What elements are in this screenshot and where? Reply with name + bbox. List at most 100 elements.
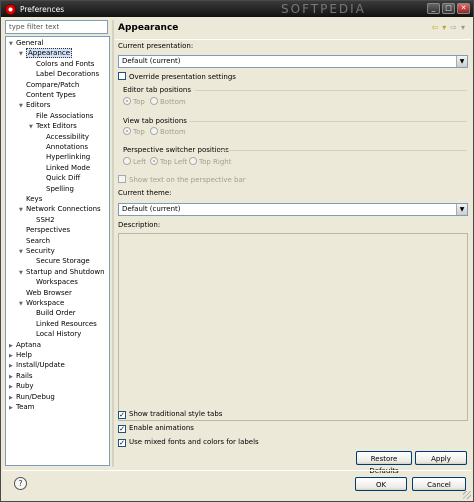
tree-item[interactable]: Linked Mode	[39, 163, 90, 173]
tree-item[interactable]: ▶ Team	[9, 402, 35, 412]
switcher-left-option[interactable]: Left	[123, 157, 146, 166]
tree-item[interactable]: Local History	[29, 329, 81, 339]
tree-item[interactable]: Annotations	[39, 142, 88, 152]
tree-item[interactable]: Compare/Patch	[19, 80, 79, 90]
enable-animations-option[interactable]: ✓ Enable animations	[118, 424, 194, 433]
tree-item[interactable]: Accessibility	[39, 132, 89, 142]
switcher-top-left-option[interactable]: Top Left	[150, 157, 187, 166]
ok-button[interactable]: OK	[355, 477, 407, 491]
mixed-fonts-checkbox[interactable]: ✓	[118, 439, 126, 447]
tree-item[interactable]: Label Decorations	[29, 69, 99, 79]
restore-defaults-button[interactable]: Restore Defaults	[356, 451, 412, 475]
show-traditional-tabs-checkbox[interactable]: ✓	[118, 411, 126, 419]
tree-item[interactable]: ▼ Network Connections	[19, 204, 101, 214]
close-button[interactable]: ✕	[457, 3, 470, 14]
switcher-top-left-radio[interactable]	[150, 157, 158, 165]
view-tab-top-option[interactable]: Top	[123, 127, 145, 136]
tree-item[interactable]: ▶ Aptana	[9, 340, 41, 350]
tree-item[interactable]: Colors and Fonts	[29, 59, 94, 69]
tree-item[interactable]: Content Types	[19, 90, 76, 100]
maximize-button[interactable]: □	[442, 3, 455, 14]
tree-item[interactable]: Secure Storage	[29, 256, 90, 266]
editor-tab-bottom-option[interactable]: Bottom	[150, 97, 186, 106]
apply-button[interactable]: Apply	[415, 451, 467, 465]
tree-item[interactable]: ▶ Ruby	[9, 381, 34, 391]
expand-open-icon[interactable]: ▼	[19, 205, 26, 215]
show-text-checkbox[interactable]	[118, 175, 126, 183]
tree-item[interactable]: ▶ Install/Update	[9, 360, 65, 370]
tree-item[interactable]: File Associations	[29, 111, 93, 121]
tree-item[interactable]: Web Browser	[19, 288, 72, 298]
editor-tab-top-radio[interactable]	[123, 97, 131, 105]
tree-item[interactable]: ▶ Run/Debug	[9, 392, 55, 402]
tree-item-label: Web Browser	[26, 288, 72, 297]
expand-closed-icon[interactable]: ▶	[9, 403, 16, 413]
tree-item-label: Editors	[26, 101, 51, 110]
switcher-top-right-option[interactable]: Top Right	[189, 157, 231, 166]
tree-item[interactable]: ▶ Rails	[9, 371, 33, 381]
tree-item-label: General	[16, 39, 44, 47]
back-icon[interactable]: ⇦	[432, 23, 439, 32]
enable-animations-checkbox[interactable]: ✓	[118, 425, 126, 433]
panel-sash[interactable]	[112, 20, 114, 467]
view-tab-top-radio[interactable]	[123, 127, 131, 135]
editor-tab-bottom-radio[interactable]	[150, 97, 158, 105]
editor-tab-top-option[interactable]: Top	[123, 97, 145, 106]
forward-menu-icon[interactable]: ▾	[461, 23, 465, 32]
tree-item[interactable]: Perspectives	[19, 225, 70, 235]
show-traditional-tabs-option[interactable]: ✓ Show traditional style tabs	[118, 410, 222, 419]
switcher-top-right-radio[interactable]	[189, 157, 197, 165]
show-text-option[interactable]: Show text on the perspective bar	[118, 175, 246, 184]
expand-open-icon[interactable]: ▼	[19, 247, 26, 257]
tree-item[interactable]: Linked Resources	[29, 319, 97, 329]
current-theme-combo[interactable]: Default (current) ▼	[118, 203, 468, 216]
back-menu-icon[interactable]: ▾	[442, 23, 446, 32]
tree-item[interactable]: Spelling	[39, 184, 74, 194]
tree-item[interactable]: Workspaces	[29, 277, 78, 287]
current-presentation-value: Default (current)	[122, 57, 181, 65]
expand-open-icon[interactable]: ▼	[19, 299, 26, 309]
tree-item-label: Build Order	[36, 309, 76, 318]
expand-open-icon[interactable]: ▼	[9, 39, 16, 49]
minimize-button[interactable]: _	[427, 3, 440, 14]
tree-item[interactable]: Search	[19, 236, 50, 246]
expand-open-icon[interactable]: ▼	[19, 268, 26, 278]
current-presentation-combo[interactable]: Default (current) ▼	[118, 55, 468, 68]
tree-item[interactable]: ▼ General	[9, 38, 44, 48]
forward-icon[interactable]: ⇨	[450, 23, 457, 32]
tree-item[interactable]: Hyperlinking	[39, 152, 90, 162]
editor-tab-bottom-label: Bottom	[160, 98, 186, 106]
tree-item[interactable]: ▼ Security	[19, 246, 55, 256]
group-divider	[219, 150, 467, 151]
tree-item[interactable]: ▼ Startup and Shutdown	[19, 267, 105, 277]
tree-item[interactable]: ▼ Appearance	[19, 48, 73, 59]
tree-item[interactable]: ▼ Text Editors	[29, 121, 77, 131]
expand-open-icon[interactable]: ▼	[19, 49, 26, 59]
resize-grip[interactable]	[463, 491, 471, 499]
perspective-switcher-label: Perspective switcher positions	[123, 146, 229, 154]
override-checkbox[interactable]	[118, 72, 126, 80]
mixed-fonts-option[interactable]: ✓ Use mixed fonts and colors for labels	[118, 438, 259, 447]
description-box	[118, 233, 468, 421]
expand-open-icon[interactable]: ▼	[29, 122, 36, 132]
help-icon[interactable]: ?	[14, 477, 27, 490]
tree-item-label: Hyperlinking	[46, 153, 91, 162]
cancel-button[interactable]: Cancel	[412, 477, 466, 491]
current-theme-value: Default (current)	[122, 205, 181, 213]
tree-item[interactable]: Build Order	[29, 308, 76, 318]
tree-item[interactable]: ▼ Workspace	[19, 298, 64, 308]
switcher-left-radio[interactable]	[123, 157, 131, 165]
eclipse-icon	[5, 3, 16, 15]
view-tab-bottom-option[interactable]: Bottom	[150, 127, 186, 136]
view-tab-bottom-radio[interactable]	[150, 127, 158, 135]
tree-item[interactable]: SSH2	[29, 215, 55, 225]
tree-item-label: Colors and Fonts	[36, 59, 95, 68]
filter-input[interactable]	[5, 20, 108, 34]
tree-item[interactable]: Keys	[19, 194, 42, 204]
override-presentation-option[interactable]: Override presentation settings	[118, 72, 236, 81]
tree-item[interactable]: ▼ Editors	[19, 100, 50, 110]
tree-item-label: Aptana	[16, 340, 41, 349]
tree-item[interactable]: ▶ Help	[9, 350, 32, 360]
tree-item[interactable]: Quick Diff	[39, 173, 80, 183]
expand-open-icon[interactable]: ▼	[19, 101, 26, 111]
